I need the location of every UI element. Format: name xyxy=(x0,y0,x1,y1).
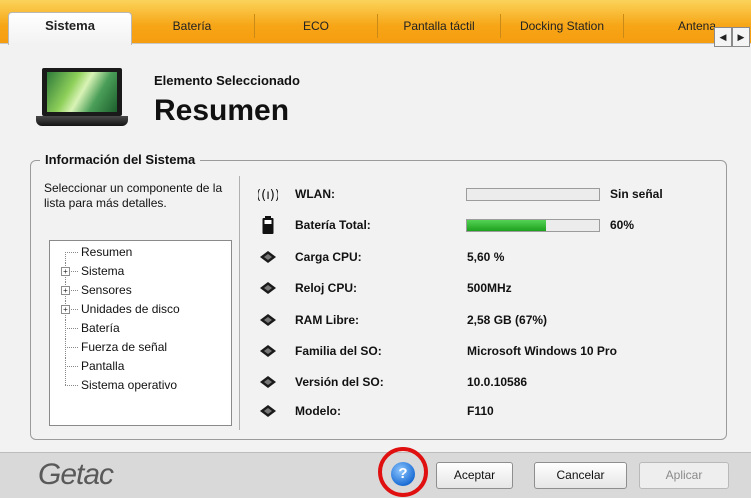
getac-utility-window: Sistema Batería ECO Pantalla táctil Dock… xyxy=(0,0,751,498)
chip-icon xyxy=(260,405,276,417)
ram-row: RAM Libre: 2,58 GB (67%) xyxy=(258,310,698,330)
cpu-clock-row: Reloj CPU: 500MHz xyxy=(258,278,698,298)
getac-logo: Getac xyxy=(38,458,114,491)
wlan-row: ((ı)) WLAN: Sin señal xyxy=(258,184,698,204)
component-tree[interactable]: Resumen + Sistema + Sensores + Unidades … xyxy=(49,240,232,426)
cpu-clock-label: Reloj CPU: xyxy=(295,281,358,295)
wifi-antenna-icon: ((ı)) xyxy=(258,188,278,203)
wlan-signal-bar xyxy=(466,188,600,201)
os-family-value: Microsoft Windows 10 Pro xyxy=(467,344,617,358)
divider xyxy=(239,176,240,430)
chip-icon xyxy=(260,376,276,388)
tab-bateria[interactable]: Batería xyxy=(131,14,253,38)
os-family-row: Familia del SO: Microsoft Windows 10 Pro xyxy=(258,341,698,361)
tab-docking-station[interactable]: Docking Station xyxy=(500,14,623,38)
battery-value: 60% xyxy=(610,218,635,232)
wlan-label: WLAN: xyxy=(295,187,335,201)
system-info-group-title: Información del Sistema xyxy=(40,152,201,167)
battery-row: Batería Total: 60% xyxy=(258,215,698,235)
battery-level-bar xyxy=(466,219,600,232)
tab-pantalla-tactil[interactable]: Pantalla táctil xyxy=(377,14,500,38)
page-title: Resumen xyxy=(154,94,290,127)
model-label: Modelo: xyxy=(295,404,341,418)
ram-label: RAM Libre: xyxy=(295,313,359,327)
tree-item-sistema-operativo[interactable]: Sistema operativo xyxy=(50,376,220,394)
tree-item-fuerza-de-senal[interactable]: Fuerza de señal xyxy=(50,338,220,356)
tab-strip: Sistema Batería ECO Pantalla táctil Dock… xyxy=(0,0,751,47)
help-button[interactable]: ? xyxy=(391,462,415,486)
laptop-icon xyxy=(36,68,128,132)
cpu-load-label: Carga CPU: xyxy=(295,250,362,264)
chip-icon xyxy=(260,314,276,326)
tree-item-pantalla[interactable]: Pantalla xyxy=(50,357,220,375)
model-row: Modelo: F110 xyxy=(258,401,698,421)
selection-hint: Seleccionar un componente de la lista pa… xyxy=(44,181,223,210)
selected-item-caption: Elemento Seleccionado xyxy=(154,73,300,88)
tree-item-bateria[interactable]: Batería xyxy=(50,319,220,337)
cpu-clock-value: 500MHz xyxy=(467,281,512,295)
wlan-value: Sin señal xyxy=(610,187,663,201)
os-version-row: Versión del SO: 10.0.10586 xyxy=(258,372,698,392)
battery-icon xyxy=(262,216,274,234)
tab-scroll-right-button[interactable]: ▶ xyxy=(732,27,750,47)
expand-icon[interactable]: + xyxy=(61,267,70,276)
chip-icon xyxy=(260,345,276,357)
apply-button[interactable]: Aplicar xyxy=(639,462,729,489)
tab-antena[interactable]: Antena xyxy=(623,14,715,38)
model-value: F110 xyxy=(467,404,494,418)
os-family-label: Familia del SO: xyxy=(295,344,382,358)
os-version-label: Versión del SO: xyxy=(295,375,384,389)
ram-value: 2,58 GB (67%) xyxy=(467,313,548,327)
chip-icon xyxy=(260,251,276,263)
accept-button[interactable]: Aceptar xyxy=(436,462,513,489)
tree-item-sensores[interactable]: + Sensores xyxy=(50,281,220,299)
expand-icon[interactable]: + xyxy=(61,305,70,314)
svg-text:((ı)): ((ı)) xyxy=(258,188,278,203)
cpu-load-row: Carga CPU: 5,60 % xyxy=(258,247,698,267)
tree-item-unidades-de-disco[interactable]: + Unidades de disco xyxy=(50,300,220,318)
tab-scroll-left-button[interactable]: ◀ xyxy=(714,27,732,47)
battery-label: Batería Total: xyxy=(295,218,371,232)
tree-item-resumen[interactable]: Resumen xyxy=(50,243,220,261)
cpu-load-value: 5,60 % xyxy=(467,250,505,264)
tab-sistema[interactable]: Sistema xyxy=(8,12,132,45)
chip-icon xyxy=(260,282,276,294)
expand-icon[interactable]: + xyxy=(61,286,70,295)
tree-item-sistema[interactable]: + Sistema xyxy=(50,262,220,280)
cancel-button[interactable]: Cancelar xyxy=(534,462,627,489)
os-version-value: 10.0.10586 xyxy=(467,375,528,389)
tab-eco[interactable]: ECO xyxy=(254,14,377,38)
